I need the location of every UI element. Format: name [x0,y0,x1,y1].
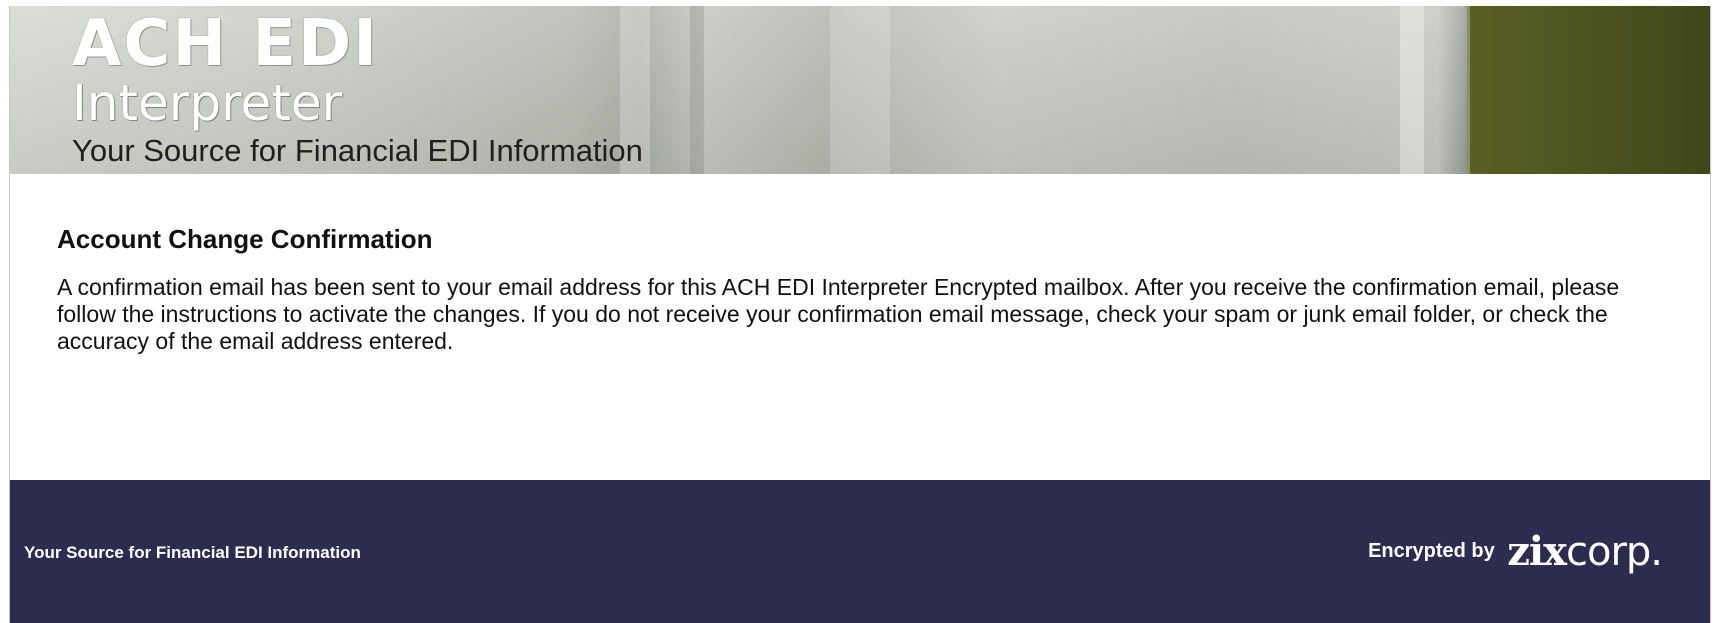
main-content: Account Change Confirmation A confirmati… [10,174,1710,480]
encryption-badge: Encrypted by zixcorp. [1368,528,1663,575]
header-banner: ACH EDI Interpreter Your Source for Fina… [10,6,1710,174]
encrypted-by-label: Encrypted by [1368,540,1495,562]
footer: Your Source for Financial EDI Informatio… [10,480,1710,623]
banner-olive-panel [1467,6,1710,174]
logo-title: ACH EDI [72,7,379,81]
banner-decoration [1400,6,1424,174]
banner-decoration [690,6,704,174]
header-tagline: Your Source for Financial EDI Informatio… [72,133,643,168]
zixcorp-logo: zixcorp. [1507,528,1663,575]
footer-tagline: Your Source for Financial EDI Informatio… [24,543,361,562]
zixcorp-logo-zix: zix [1507,528,1567,575]
logo-subtitle: Interpreter [72,74,343,132]
confirmation-message: A confirmation email has been sent to yo… [57,274,1620,354]
page-frame: ACH EDI Interpreter Your Source for Fina… [9,6,1711,623]
banner-decoration [830,6,890,174]
page-title: Account Change Confirmation [57,224,433,254]
zixcorp-logo-corp: corp. [1565,529,1663,575]
